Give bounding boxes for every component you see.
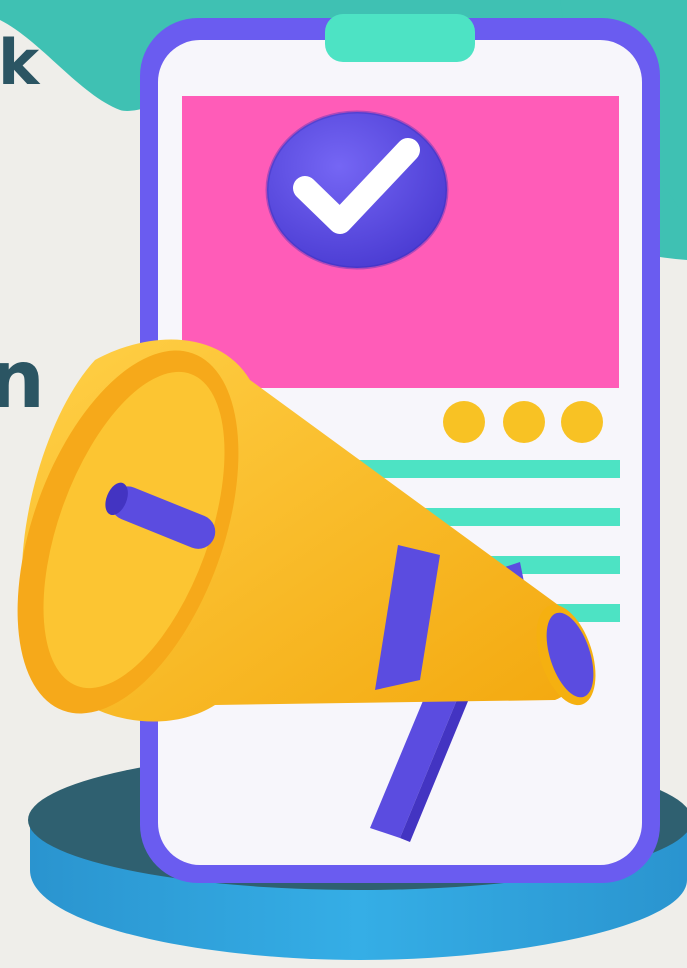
illustration-canvas: k n: [0, 0, 687, 968]
phone-notch: [325, 14, 475, 62]
dot: [561, 401, 603, 443]
dot: [503, 401, 545, 443]
dot: [443, 401, 485, 443]
check-badge: [265, 110, 449, 270]
header-dots: [443, 401, 603, 443]
illustration-svg: [0, 0, 687, 960]
